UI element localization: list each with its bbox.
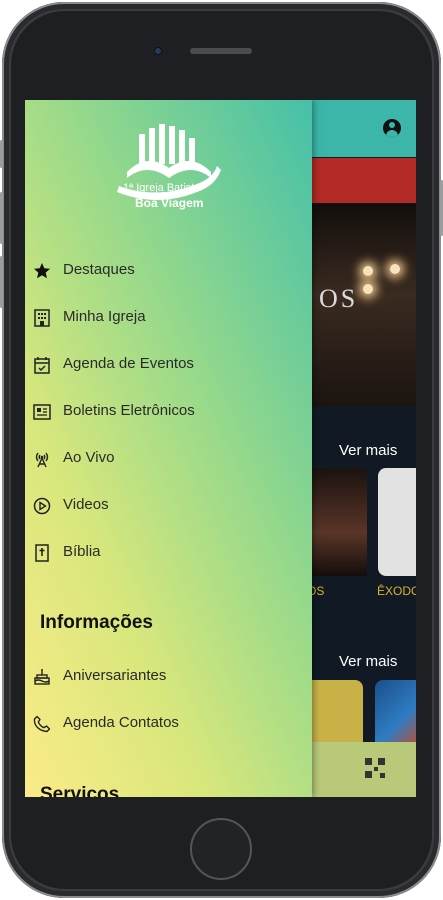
menu-item-label: Bíblia: [63, 543, 101, 560]
menu-item-minha-igreja[interactable]: Minha Igreja: [25, 300, 312, 338]
see-more-link[interactable]: Ver mais: [339, 653, 397, 670]
star-icon: [34, 263, 50, 279]
see-more-link[interactable]: Ver mais: [339, 442, 397, 459]
menu-item-agenda-contatos[interactable]: Agenda Contatos: [25, 706, 312, 744]
stage-light: [363, 266, 373, 276]
calendar-icon: [34, 357, 50, 374]
broadcast-icon: [35, 452, 49, 468]
volume-down-button: [0, 256, 3, 308]
mute-switch: [0, 140, 3, 168]
volume-up-button: [0, 192, 3, 244]
banner[interactable]: [295, 158, 416, 203]
bible-icon: [35, 544, 49, 562]
play-icon: [33, 497, 51, 515]
logo-text-line2: Boa Viagem: [135, 196, 204, 210]
logo-text-line1: 1ª Igreja Batista: [123, 182, 201, 194]
stage-light: [390, 264, 400, 274]
home-button[interactable]: [190, 818, 252, 880]
navigation-drawer: 1ª Igreja Batista Boa Viagem Destaques M…: [25, 100, 312, 797]
stage-light: [363, 284, 373, 294]
section-title-informacoes: Informações: [40, 612, 153, 633]
cake-icon: [34, 669, 50, 685]
section-title-servicos: Serviços: [40, 784, 120, 797]
menu-item-label: Destaques: [63, 261, 135, 278]
menu-item-videos[interactable]: Videos: [25, 488, 312, 526]
menu-item-label: Videos: [63, 496, 109, 513]
menu-item-biblia[interactable]: Bíblia: [25, 535, 312, 573]
video-thumbnail[interactable]: [378, 468, 416, 576]
menu-item-label: Aniversariantes: [63, 667, 167, 684]
menu-item-boletins[interactable]: Boletins Eletrônicos: [25, 394, 312, 432]
featured-image[interactable]: OS: [295, 204, 416, 406]
menu-item-label: Boletins Eletrônicos: [63, 402, 195, 419]
building-icon: [34, 309, 50, 327]
earpiece-speaker: [190, 48, 252, 54]
menu-item-aniversariantes[interactable]: Aniversariantes: [25, 659, 312, 697]
menu-item-label: Agenda Contatos: [63, 714, 179, 731]
menu-item-agenda-eventos[interactable]: Agenda de Eventos: [25, 347, 312, 385]
app-screen: OS Ver mais OS ÊXODO Ver mais 1ª Igreja …: [25, 100, 416, 797]
menu-item-ao-vivo[interactable]: Ao Vivo: [25, 441, 312, 479]
front-camera: [155, 48, 161, 54]
content-card[interactable]: [375, 680, 416, 750]
menu-item-label: Agenda de Eventos: [63, 355, 194, 372]
menu-item-label: Minha Igreja: [63, 308, 146, 325]
bottom-bar: [295, 742, 416, 797]
qr-code-icon[interactable]: [365, 758, 385, 778]
featured-title: OS: [319, 284, 359, 313]
thumbnail-label: ÊXODO: [377, 584, 416, 598]
phone-icon: [33, 715, 51, 733]
menu-item-destaques[interactable]: Destaques: [25, 253, 312, 291]
newspaper-icon: [33, 404, 51, 420]
menu-item-label: Ao Vivo: [63, 449, 115, 466]
account-icon[interactable]: [383, 119, 401, 137]
